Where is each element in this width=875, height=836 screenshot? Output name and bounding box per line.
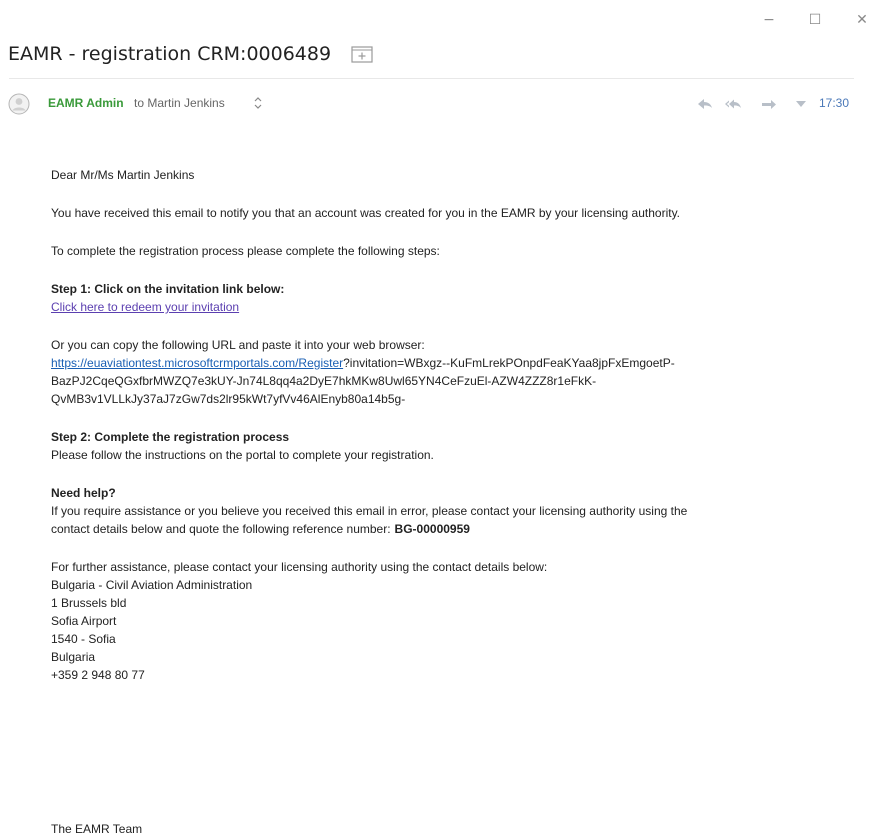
sender-row: EAMR Admin to Martin Jenkins 17:30 [8, 93, 858, 117]
message-subject: EAMR - registration CRM:0006489 [8, 43, 332, 65]
greeting: Dear Mr/Ms Martin Jenkins [51, 168, 195, 182]
window-controls: − ☐ ✕ [755, 8, 875, 32]
help-line-1: If you require assistance or you believe… [51, 504, 688, 518]
intro-text: You have received this email to notify y… [51, 206, 681, 220]
message-time: 17:30 [819, 96, 850, 110]
recipient-text: to Martin Jenkins [134, 96, 225, 110]
help-line-2: contact details below and quote the foll… [51, 520, 851, 538]
header-divider [9, 78, 854, 79]
address-line-2: Sofia Airport [51, 614, 117, 628]
step1-title: Step 1: Click on the invitation link bel… [51, 282, 285, 296]
forward-icon[interactable] [760, 96, 778, 112]
reference-number: BG-00000959 [394, 522, 470, 536]
url-line-3: QvMB3v1VLLkJy37aJ7zGw7ds2lr95kWt7yfVv46A… [51, 392, 406, 406]
more-icon[interactable] [792, 96, 810, 112]
email-body: Dear Mr/Ms Martin Jenkins You have recei… [51, 166, 851, 684]
url-query-part: ?invitation=WBxgz--KuFmLrekPOnpdFeaKYaa8… [343, 356, 675, 370]
expand-details-icon[interactable] [253, 96, 263, 110]
register-url-link[interactable]: https://euaviationtest.microsoftcrmporta… [51, 356, 343, 370]
further-assistance-text: For further assistance, please contact y… [51, 560, 548, 574]
url-line-1: https://euaviationtest.microsoftcrmporta… [51, 354, 851, 372]
url-line-2: BazPJ2CqeQGxfbrMWZQ7e3kUY-Jn74L8qq4a2DyE… [51, 374, 597, 388]
steps-intro: To complete the registration process ple… [51, 244, 440, 258]
copy-url-text: Or you can copy the following URL and pa… [51, 338, 425, 352]
add-to-folder-icon[interactable] [351, 45, 373, 63]
close-icon[interactable]: ✕ [850, 8, 874, 32]
help-title: Need help? [51, 486, 116, 500]
step2-title: Step 2: Complete the registration proces… [51, 430, 290, 444]
signature: The EAMR Team [51, 822, 143, 836]
phone-number: +359 2 948 80 77 [51, 668, 145, 682]
address-line-3: 1540 - Sofia [51, 632, 116, 646]
avatar[interactable] [8, 93, 30, 115]
help-line-2-text: contact details below and quote the foll… [51, 522, 391, 536]
reply-icon[interactable] [696, 96, 714, 112]
subject-row: EAMR - registration CRM:0006489 [8, 38, 373, 70]
address-line-1: 1 Brussels bld [51, 596, 127, 610]
authority-name: Bulgaria - Civil Aviation Administration [51, 578, 253, 592]
address-country: Bulgaria [51, 650, 96, 664]
invitation-link[interactable]: Click here to redeem your invitation [51, 300, 239, 314]
reply-all-icon[interactable] [724, 96, 742, 112]
step2-text: Please follow the instructions on the po… [51, 448, 434, 462]
maximize-icon[interactable]: ☐ [803, 8, 827, 32]
sender-name[interactable]: EAMR Admin [48, 96, 124, 110]
minimize-icon[interactable]: − [757, 8, 781, 32]
